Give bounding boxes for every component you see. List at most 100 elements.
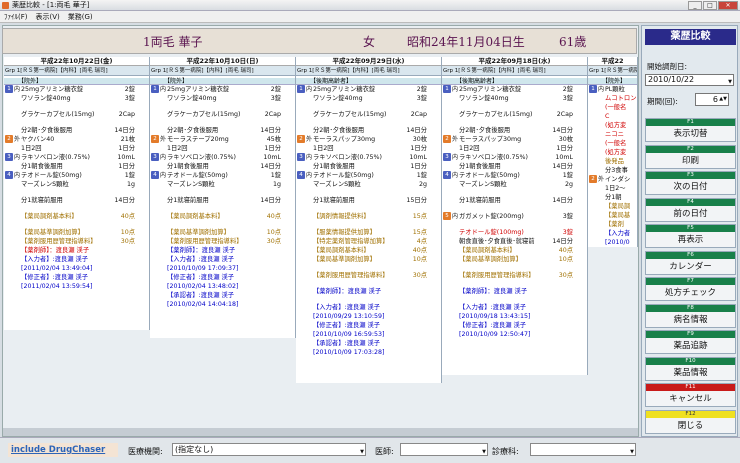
list-item[interactable]: 【修正者】:渡良瀬 渓子 bbox=[296, 321, 441, 330]
list-item[interactable]: 分2朝･夕食後服用 14日分 bbox=[442, 126, 587, 135]
list-item[interactable]: 分2朝･夕食後服用 14日分 bbox=[296, 126, 441, 135]
period-stepper[interactable]: 6 ▲▼ bbox=[695, 93, 729, 106]
list-item[interactable]: 分3食事 bbox=[588, 166, 637, 175]
function-button-f6[interactable]: F6 カレンダー bbox=[645, 250, 736, 275]
list-item[interactable]: 1 内 25mgアリミン糖衣錠 2錠 bbox=[150, 85, 295, 94]
list-item[interactable]: 【承認者】:渡良瀬 渓子 bbox=[296, 339, 441, 348]
list-item[interactable]: [2010/09/18 13:43:15] bbox=[442, 312, 587, 321]
list-item[interactable]: 2 外モーラスパップ30mg 30枚 bbox=[442, 135, 587, 144]
list-item[interactable]: グラケーカプセル(15mg) 2Cap bbox=[150, 110, 295, 119]
list-item[interactable]: 【薬剤師】：渡良瀬 渓子 bbox=[442, 287, 587, 296]
list-item[interactable]: (一般名 bbox=[588, 139, 637, 148]
list-item[interactable]: [2010/09/29 13:10:59] bbox=[296, 312, 441, 321]
list-item[interactable]: 【修正者】:渡良瀬 渓子 bbox=[150, 273, 295, 282]
list-item[interactable]: 【薬剤服用歴管理指導料】 30点 bbox=[442, 271, 587, 280]
function-button-f7[interactable]: F7 処方チェック bbox=[645, 277, 736, 301]
list-item[interactable]: 分1就寝前服用 14日分 bbox=[4, 196, 149, 205]
list-item[interactable]: 分2朝･夕食後服用 14日分 bbox=[150, 126, 295, 135]
list-item[interactable]: マーズレンS顆粒 2g bbox=[442, 180, 587, 189]
list-item[interactable]: [2010/02/04 14:04:18] bbox=[150, 300, 295, 309]
list-item[interactable]: 【入力者】:渡良瀬 渓子 bbox=[442, 303, 587, 312]
list-item[interactable]: (処方変 bbox=[588, 148, 637, 157]
list-item[interactable]: 3 内ラキソベロン液(0.75%) 10mL bbox=[4, 153, 149, 162]
list-item[interactable]: ニコニ bbox=[588, 130, 637, 139]
list-item[interactable]: [2010/0 bbox=[588, 238, 637, 247]
list-item[interactable]: 2 外インダシ bbox=[588, 175, 637, 184]
list-item[interactable]: 【入力者】:渡良瀬 渓子 bbox=[296, 303, 441, 312]
list-item[interactable]: マーズレンS顆粒 1g bbox=[150, 180, 295, 189]
list-item[interactable]: 分1朝食後服用 14日分 bbox=[150, 162, 295, 171]
list-item[interactable]: ワソラン錠40mg 3錠 bbox=[4, 94, 149, 103]
horizontal-scrollbar[interactable] bbox=[3, 428, 638, 436]
list-item[interactable]: 1日2回 1日分 bbox=[442, 144, 587, 153]
list-item[interactable]: 分2朝･夕食後服用 14日分 bbox=[4, 126, 149, 135]
list-item[interactable]: グラケーカプセル(15mg) 2Cap bbox=[296, 110, 441, 119]
list-item[interactable]: 【薬局基準調剤加算】 10点 bbox=[442, 255, 587, 264]
list-item[interactable]: 【薬局基 bbox=[588, 211, 637, 220]
spin-arrows-icon[interactable]: ▲▼ bbox=[719, 94, 727, 105]
list-item[interactable]: 1 内 PL顆粒 bbox=[588, 85, 637, 94]
list-item[interactable]: 【薬局調剤基本料】 40点 bbox=[442, 246, 587, 255]
list-item[interactable]: 【承認者】:渡良瀬 渓子 bbox=[150, 291, 295, 300]
list-item[interactable]: 1日2回 1日分 bbox=[150, 144, 295, 153]
list-item[interactable]: 分1就寝前服用 14日分 bbox=[442, 196, 587, 205]
list-item[interactable]: [2010/10/09 12:50:47] bbox=[442, 330, 587, 339]
list-item[interactable]: 分1朝食後服用 1日分 bbox=[4, 162, 149, 171]
list-item[interactable]: 1日2回 1日分 bbox=[4, 144, 149, 153]
list-item[interactable]: ワソラン錠40mg 3錠 bbox=[442, 94, 587, 103]
list-item[interactable]: 分1朝食後服用 14日分 bbox=[442, 162, 587, 171]
list-item[interactable]: 【薬剤服用歴管理指導料】 30点 bbox=[296, 271, 441, 280]
list-item[interactable]: 【薬局基準調剤加算】 10点 bbox=[296, 255, 441, 264]
list-item[interactable]: 【入力者】:渡良瀬 渓子 bbox=[4, 255, 149, 264]
function-button-f8[interactable]: F8 病名情報 bbox=[645, 303, 736, 328]
list-item[interactable]: マーズレンS顆粒 2g bbox=[296, 180, 441, 189]
chevron-down-icon[interactable]: ▼ bbox=[728, 77, 732, 87]
list-item[interactable]: 2 外モーラスパップ30mg 30枚 bbox=[296, 135, 441, 144]
column-date[interactable]: 平成22年10月22日(金) bbox=[4, 57, 149, 66]
list-item[interactable]: 【薬剤師】：渡良瀬 渓子 bbox=[296, 287, 441, 296]
function-button-f12[interactable]: F12 閉じる bbox=[645, 409, 736, 434]
start-date-field[interactable]: 2010/10/22 ▼ bbox=[645, 74, 734, 86]
list-item[interactable]: 1日2回 1日分 bbox=[296, 144, 441, 153]
list-item[interactable]: [2011/02/04 13:49:04] bbox=[4, 264, 149, 273]
list-item[interactable]: 【入力者】:渡良瀬 渓子 bbox=[150, 255, 295, 264]
list-item[interactable]: 2 外モーラステープ20mg 45枚 bbox=[150, 135, 295, 144]
list-item[interactable]: 【特定薬剤管理指導加算】 4点 bbox=[296, 237, 441, 246]
list-item[interactable]: グラケーカプセル(15mg) 2Cap bbox=[4, 110, 149, 119]
list-item[interactable]: 分1就寝前服用 15日分 bbox=[296, 196, 441, 205]
list-item[interactable]: 4 内テオドール錠(50mg) 1錠 bbox=[4, 171, 149, 180]
column-date[interactable]: 平成22年09月29日(水) bbox=[296, 57, 441, 66]
list-item[interactable]: C bbox=[588, 112, 637, 121]
hospital-select[interactable]: (指定なし) ▼ bbox=[172, 443, 366, 456]
list-item[interactable]: 5 内ガガメット錠(200mg) 3錠 bbox=[442, 212, 587, 221]
list-item[interactable]: 【入力者 bbox=[588, 229, 637, 238]
list-item[interactable]: 3 内ラキソベロン液(0.75%) 10mL bbox=[150, 153, 295, 162]
list-item[interactable]: ワソラン錠40mg 3錠 bbox=[296, 94, 441, 103]
list-item[interactable]: [2010/10/09 17:03:28] bbox=[296, 348, 441, 357]
list-item[interactable]: 【服薬情報提供加算】 15点 bbox=[296, 228, 441, 237]
list-item[interactable]: 1 内 25mgアリミン糖衣錠 2錠 bbox=[4, 85, 149, 94]
function-button-f2[interactable]: F2 印刷 bbox=[645, 144, 736, 169]
function-button-f5[interactable]: F5 再表示 bbox=[645, 224, 736, 248]
list-item[interactable]: グラケーカプセル(15mg) 2Cap bbox=[442, 110, 587, 119]
column-date[interactable]: 平成22年09月18日(水) bbox=[442, 57, 587, 66]
menu-view[interactable]: 表示(V) bbox=[36, 11, 60, 22]
column-date[interactable]: 平成22 bbox=[588, 57, 637, 66]
list-item[interactable]: [2010/10/09 16:59:53] bbox=[296, 330, 441, 339]
list-item[interactable]: 1 内 25mgアリミン糖衣錠 2錠 bbox=[296, 85, 441, 94]
function-button-f10[interactable]: F10 薬品情報 bbox=[645, 356, 736, 381]
list-item[interactable]: 【薬剤師】：渡良瀬 渓子 bbox=[150, 246, 295, 255]
list-item[interactable]: 【修正者】:渡良瀬 渓子 bbox=[442, 321, 587, 330]
list-item[interactable]: 後発品 bbox=[588, 157, 637, 166]
list-item[interactable]: 3 内ラキソベロン液(0.75%) 10mL bbox=[296, 153, 441, 162]
list-item[interactable]: 朝食直後･夕食直後･就寝前 14日分 bbox=[442, 237, 587, 246]
dept-select[interactable]: ▼ bbox=[530, 443, 636, 456]
list-item[interactable]: ムコトロン bbox=[588, 94, 637, 103]
list-item[interactable]: 4 内テオドール錠(50mg) 1錠 bbox=[296, 171, 441, 180]
list-item[interactable]: [2011/02/04 13:59:54] bbox=[4, 282, 149, 291]
list-item[interactable]: 【薬局基準調剤加算】 10点 bbox=[4, 228, 149, 237]
list-item[interactable]: 2 外ヤクバン40 21枚 bbox=[4, 135, 149, 144]
list-item[interactable]: 【薬局調剤基本料】 40点 bbox=[296, 246, 441, 255]
menu-file[interactable]: ﾌｧｲﾙ(F) bbox=[4, 11, 28, 22]
list-item[interactable]: ワソラン錠40mg 3錠 bbox=[150, 94, 295, 103]
